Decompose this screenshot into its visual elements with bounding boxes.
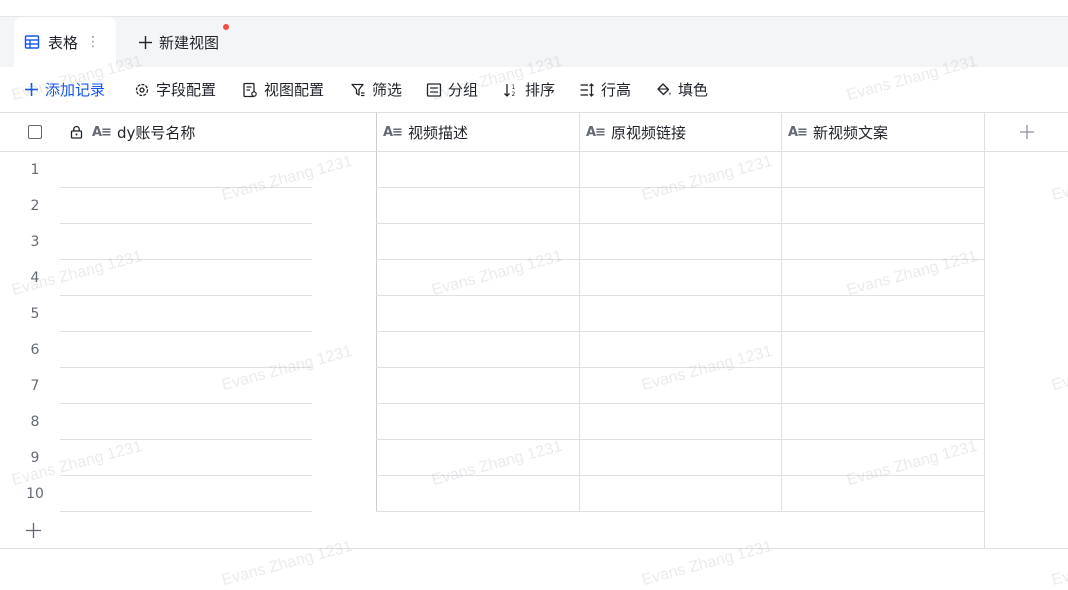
row-number: 4 — [30, 270, 40, 286]
header-first-column: A≡ dy账号名称 — [0, 112, 377, 152]
text-field-icon: A≡ — [383, 124, 403, 140]
row-height-button[interactable]: 行高 — [579, 67, 631, 112]
row-number: 3 — [30, 234, 40, 250]
column-header[interactable]: A≡ 视频描述 — [377, 112, 580, 152]
table-row[interactable]: 6 — [0, 332, 985, 368]
fill-color-button[interactable]: 填色 — [656, 67, 708, 112]
tab-grid-view[interactable]: 表格 ⋮ — [14, 17, 116, 67]
view-config-label: 视图配置 — [264, 81, 325, 99]
group-button[interactable]: 分组 — [426, 67, 478, 112]
row-height-label: 行高 — [601, 81, 632, 99]
plus-icon — [138, 35, 153, 50]
text-field-icon: A≡ — [92, 124, 112, 140]
plus-icon — [26, 523, 41, 538]
view-settings-icon — [242, 82, 258, 98]
table-row[interactable]: 1 — [0, 152, 985, 188]
filter-button[interactable]: 筛选 — [350, 67, 402, 112]
sort-button[interactable]: 12 排序 — [503, 67, 555, 112]
table-icon — [24, 34, 40, 50]
column-header-label: 新视频文案 — [812, 123, 888, 142]
watermark-text: Evans Zhang 1231 — [1049, 538, 1068, 590]
table-row[interactable]: 3 — [0, 224, 985, 260]
watermark-text: Evans Zhang 1231 — [1049, 153, 1068, 205]
svg-text:2: 2 — [512, 91, 516, 98]
svg-text:1: 1 — [512, 84, 516, 91]
more-vertical-icon[interactable]: ⋮ — [86, 34, 100, 50]
table-row[interactable]: 5 — [0, 296, 985, 332]
paint-bucket-icon — [656, 82, 672, 98]
new-view-button[interactable]: 新建视图 — [138, 17, 219, 67]
column-header-label[interactable]: dy账号名称 — [117, 122, 195, 143]
add-row-button[interactable] — [0, 512, 985, 548]
notification-dot — [223, 24, 229, 30]
new-view-label: 新建视图 — [159, 33, 220, 52]
row-number: 10 — [26, 486, 44, 502]
view-config-button[interactable]: 视图配置 — [242, 67, 324, 112]
column-header[interactable]: A≡ 原视频链接 — [580, 112, 782, 152]
plus-icon — [24, 82, 39, 97]
row-number: 2 — [30, 198, 40, 214]
row-number: 7 — [30, 378, 40, 394]
column-header[interactable]: A≡ 新视频文案 — [782, 112, 985, 152]
add-record-button[interactable]: 添加记录 — [24, 67, 105, 112]
row-number: 5 — [30, 306, 40, 322]
add-record-label: 添加记录 — [45, 81, 106, 99]
field-config-label: 字段配置 — [156, 81, 217, 99]
view-tab-bar: 表格 ⋮ 新建视图 — [0, 17, 1068, 67]
lock-icon — [70, 125, 83, 139]
plus-icon — [1019, 124, 1035, 140]
toolbar: 添加记录 字段配置 视图配置 筛选 分组 12 排序 行高 填色 — [0, 67, 1068, 112]
row-number: 6 — [30, 342, 40, 358]
sort-label: 排序 — [525, 81, 556, 99]
fill-color-label: 填色 — [678, 81, 709, 99]
group-label: 分组 — [448, 81, 479, 99]
row-number: 8 — [30, 414, 40, 430]
gear-icon — [134, 82, 150, 98]
tab-grid-view-label: 表格 — [48, 33, 79, 52]
table-row[interactable]: 10 — [0, 476, 985, 512]
filter-icon — [350, 82, 366, 98]
text-field-icon: A≡ — [788, 124, 808, 140]
table-bottom-border — [0, 548, 1068, 549]
row-height-icon — [579, 82, 595, 98]
select-all-checkbox[interactable] — [28, 125, 42, 139]
watermark-text: Evans Zhang 1231 — [1049, 343, 1068, 395]
group-icon — [426, 82, 442, 98]
filter-label: 筛选 — [372, 81, 403, 99]
window-top-strip — [0, 0, 1068, 17]
table-row[interactable]: 2 — [0, 188, 985, 224]
row-number: 1 — [30, 162, 40, 178]
column-header-label: 原视频链接 — [610, 123, 686, 142]
column-header-label: 视频描述 — [407, 123, 468, 142]
table-row[interactable]: 7 — [0, 368, 985, 404]
add-column-button[interactable] — [985, 112, 1068, 152]
text-field-icon: A≡ — [586, 124, 606, 140]
sort-icon: 12 — [503, 82, 519, 98]
row-number: 9 — [30, 450, 40, 466]
table-row[interactable]: 4 — [0, 260, 985, 296]
table-row[interactable]: 9 — [0, 440, 985, 476]
field-config-button[interactable]: 字段配置 — [134, 67, 216, 112]
table-row[interactable]: 8 — [0, 404, 985, 440]
